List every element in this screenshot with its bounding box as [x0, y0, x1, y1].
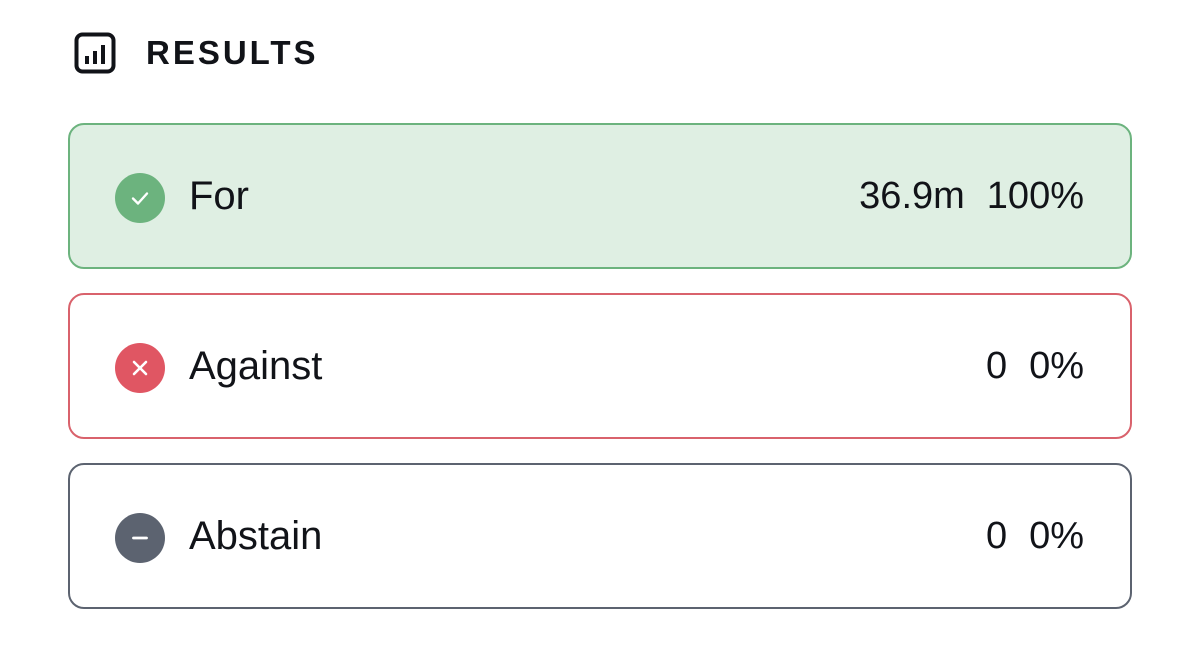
results-title: RESULTS — [146, 34, 319, 71]
results-header: RESULTS — [74, 30, 319, 76]
minus-circle-icon — [115, 513, 165, 563]
result-percent-against: 0% — [1029, 344, 1084, 387]
result-row-abstain[interactable]: Abstain 0 0% — [68, 463, 1132, 609]
result-values-abstain: 0 0% — [986, 465, 1084, 607]
result-count-against: 0 — [985, 344, 1008, 387]
result-label-for: For — [189, 173, 249, 218]
result-label-abstain: Abstain — [189, 513, 323, 558]
result-label-against: Against — [189, 343, 323, 388]
bar-chart-icon — [74, 32, 116, 74]
result-row-against[interactable]: Against 0 0% — [68, 293, 1132, 439]
x-circle-icon — [115, 343, 165, 393]
result-percent-for: 100% — [986, 174, 1084, 217]
result-values-for: 36.9m 100% — [859, 125, 1084, 267]
result-values-against: 0 0% — [986, 295, 1084, 437]
check-circle-icon — [115, 173, 165, 223]
result-count-for: 36.9m — [859, 174, 965, 217]
result-row-for[interactable]: For 36.9m 100% — [68, 123, 1132, 269]
result-count-abstain: 0 — [985, 514, 1008, 557]
result-percent-abstain: 0% — [1029, 514, 1084, 557]
